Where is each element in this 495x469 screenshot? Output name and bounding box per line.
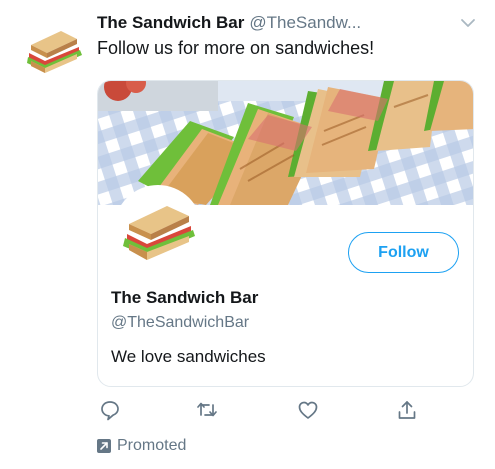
like-button[interactable] [296, 398, 320, 422]
author-avatar[interactable] [23, 17, 85, 79]
card-name[interactable]: The Sandwich Bar [111, 288, 258, 308]
card-handle[interactable]: @TheSandwichBar [111, 314, 249, 332]
tweet-text: Follow us for more on sandwiches! [97, 38, 375, 58]
author-handle[interactable]: @TheSandw... [249, 13, 361, 33]
reply-icon [101, 401, 119, 421]
sandwich-logo-icon [23, 17, 85, 79]
chevron-down-icon[interactable] [459, 16, 477, 30]
share-icon [398, 401, 416, 419]
promoted-text: Promoted [117, 437, 187, 454]
promoted-label[interactable]: Promoted [97, 437, 186, 455]
tweet-actions [97, 398, 427, 424]
follow-button[interactable]: Follow [348, 232, 459, 273]
sandwich-logo-icon [117, 188, 199, 270]
card-bio: We love sandwiches [111, 347, 266, 366]
promoted-arrow-icon [97, 439, 111, 453]
tweet-header: The Sandwich Bar @TheSandw... [97, 13, 477, 35]
follow-card[interactable]: Follow The Sandwich Bar @TheSandwichBar … [97, 80, 474, 387]
author-name[interactable]: The Sandwich Bar [97, 13, 244, 33]
like-icon [298, 401, 318, 419]
promoted-tweet[interactable]: The Sandwich Bar @TheSandw... Follow us … [0, 0, 495, 469]
card-avatar[interactable] [114, 185, 202, 273]
reply-button[interactable] [98, 398, 122, 422]
retweet-icon [197, 402, 217, 417]
share-button[interactable] [395, 398, 419, 422]
retweet-button[interactable] [195, 398, 219, 422]
